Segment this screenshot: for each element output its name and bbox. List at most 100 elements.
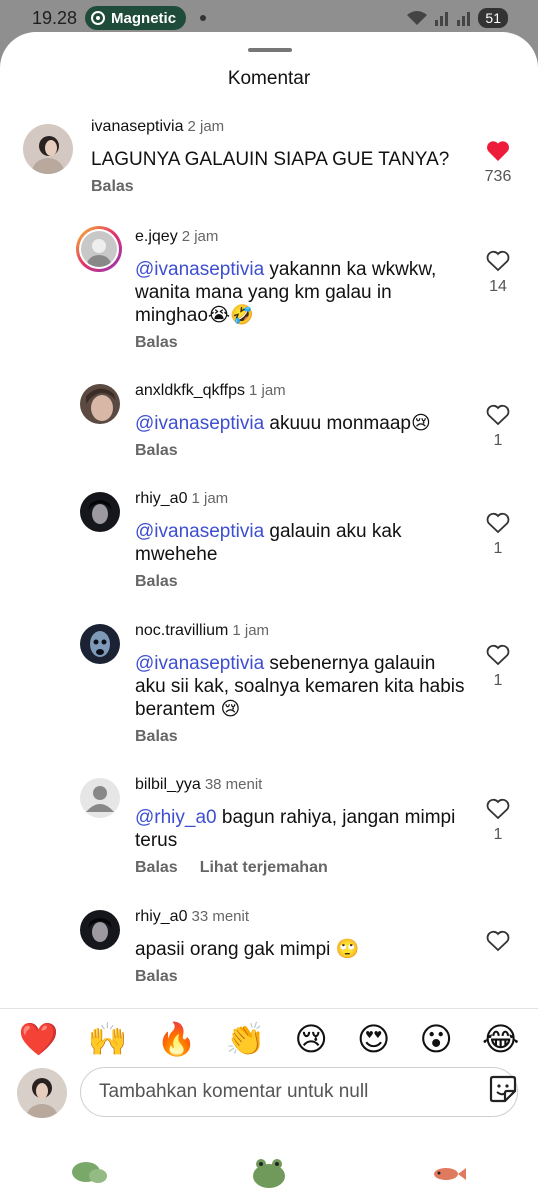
emoji-fire[interactable]: 🔥 bbox=[157, 1020, 197, 1058]
heart-outline-icon bbox=[486, 930, 510, 952]
comment-author[interactable]: noc.travillium 1 jam bbox=[135, 622, 269, 640]
avatar[interactable] bbox=[80, 492, 120, 532]
reply-button[interactable]: Balas bbox=[135, 334, 178, 352]
lily-pad-icon[interactable] bbox=[68, 1154, 112, 1190]
signal-icon bbox=[435, 12, 449, 26]
heart-outline-icon bbox=[486, 644, 510, 666]
heart-outline-icon bbox=[486, 798, 510, 820]
comment-actions: Balas bbox=[135, 968, 178, 986]
reply-button[interactable]: Balas bbox=[135, 728, 178, 746]
now-playing-pill[interactable]: Magnetic bbox=[85, 6, 187, 30]
comment-author[interactable]: anxldkfk_qkffps 1 jam bbox=[135, 382, 286, 400]
mention-link[interactable]: @ivanaseptivia bbox=[135, 413, 264, 434]
mention-link[interactable]: @rhiy_a0 bbox=[135, 807, 217, 828]
music-icon bbox=[91, 11, 106, 25]
like-button[interactable] bbox=[478, 930, 518, 952]
comment-author[interactable]: ivanaseptivia 2 jam bbox=[91, 118, 224, 136]
like-button[interactable]: 1 bbox=[478, 644, 518, 690]
quick-emoji-bar: ❤️ 🙌 🔥 👏 😢 😍 😮 😂 bbox=[0, 1008, 538, 1068]
emoji-heart-eyes[interactable]: 😍 bbox=[357, 1020, 390, 1058]
heart-outline-icon bbox=[486, 512, 510, 534]
reply-button[interactable]: Balas bbox=[135, 573, 178, 591]
mention-link[interactable]: @ivanaseptivia bbox=[135, 653, 264, 674]
reply-button[interactable]: Balas bbox=[135, 859, 178, 877]
reply-button[interactable]: Balas bbox=[135, 968, 178, 986]
avatar[interactable] bbox=[80, 910, 120, 950]
comment-actions: Balas bbox=[135, 442, 178, 460]
comment-time: 33 menit bbox=[191, 908, 250, 925]
comment-text: @ivanaseptivia galauin aku kak mwehehe bbox=[135, 521, 402, 565]
comment-author[interactable]: rhiy_a0 33 menit bbox=[135, 908, 249, 926]
mention-link[interactable]: @ivanaseptivia bbox=[135, 259, 264, 280]
sticker-icon[interactable] bbox=[488, 1074, 518, 1104]
comment-author[interactable]: bilbil_yya 38 menit bbox=[135, 776, 262, 794]
emoji-raised-hands[interactable]: 🙌 bbox=[88, 1020, 128, 1058]
comment-composer: Tambahkan komentar untuk null bbox=[0, 1064, 538, 1124]
person-icon bbox=[86, 786, 114, 812]
emoji-crying[interactable]: 😢 bbox=[295, 1020, 328, 1058]
comment-time: 2 jam bbox=[187, 118, 225, 135]
avatar[interactable] bbox=[80, 384, 120, 424]
comment-author[interactable]: e.jqey 2 jam bbox=[135, 228, 218, 246]
comment-author[interactable]: rhiy_a0 1 jam bbox=[135, 490, 228, 508]
like-button[interactable]: 1 bbox=[478, 404, 518, 450]
status-icons: 51 bbox=[406, 8, 508, 28]
comment-time: 1 jam bbox=[191, 490, 229, 507]
fish-icon[interactable] bbox=[426, 1154, 470, 1190]
wifi-icon bbox=[407, 11, 428, 25]
like-count: 1 bbox=[493, 826, 503, 843]
avatar[interactable] bbox=[23, 124, 73, 174]
my-avatar bbox=[17, 1068, 67, 1118]
battery-indicator: 51 bbox=[478, 8, 508, 28]
heart-outline-icon bbox=[486, 404, 510, 426]
comment-actions: Balas bbox=[135, 728, 178, 746]
heart-filled-icon bbox=[487, 141, 509, 161]
reply-button[interactable]: Balas bbox=[91, 178, 134, 196]
comment-actions: Balas Lihat terjemahan bbox=[135, 859, 328, 877]
avatar-story-ring[interactable] bbox=[76, 226, 122, 272]
comment-actions: Balas bbox=[91, 178, 134, 196]
comment-text: @ivanaseptivia yakannn ka wkwkw, wanita … bbox=[135, 259, 437, 326]
comment-time: 1 jam bbox=[249, 382, 286, 399]
like-button[interactable]: 1 bbox=[478, 512, 518, 558]
bottom-nav bbox=[0, 1144, 538, 1200]
like-button[interactable]: 736 bbox=[478, 140, 518, 186]
like-button[interactable]: 1 bbox=[478, 798, 518, 844]
notification-dot-icon bbox=[200, 15, 207, 21]
default-avatar[interactable] bbox=[80, 778, 120, 818]
frog-icon[interactable] bbox=[247, 1154, 291, 1190]
comment-actions: Balas bbox=[135, 334, 178, 352]
comment-text: @rhiy_a0 bagun rahiya, jangan mimpi teru… bbox=[135, 807, 456, 851]
status-bar: 19.28 Magnetic 51 bbox=[0, 0, 538, 36]
heart-outline-icon bbox=[486, 250, 510, 272]
comment-time: 1 jam bbox=[232, 622, 270, 639]
emoji-laughing[interactable]: 😂 bbox=[482, 1020, 519, 1058]
mention-link[interactable]: @ivanaseptivia bbox=[135, 521, 264, 542]
comment-text: @ivanaseptivia sebenernya galauin aku si… bbox=[135, 653, 465, 720]
comment-text: LAGUNYA GALAUIN SIAPA GUE TANYA? bbox=[91, 149, 450, 170]
avatar[interactable] bbox=[80, 624, 120, 664]
like-button[interactable]: 14 bbox=[478, 250, 518, 296]
comment-list[interactable]: ivanaseptivia 2 jam LAGUNYA GALAUIN SIAPA… bbox=[0, 116, 538, 1008]
comment-actions: Balas bbox=[135, 573, 178, 591]
like-count: 1 bbox=[493, 672, 503, 689]
comment-time: 38 menit bbox=[204, 776, 263, 793]
signal-icon-2 bbox=[457, 12, 471, 26]
reply-button[interactable]: Balas bbox=[135, 442, 178, 460]
comment-text: apasii orang gak mimpi 🙄 bbox=[135, 939, 360, 960]
now-playing-label: Magnetic bbox=[111, 9, 177, 27]
drag-handle[interactable] bbox=[248, 48, 292, 52]
emoji-heart[interactable]: ❤️ bbox=[19, 1020, 59, 1058]
like-count: 14 bbox=[489, 278, 507, 295]
translate-button[interactable]: Lihat terjemahan bbox=[200, 859, 328, 877]
comments-sheet: Komentar ivanaseptivia 2 jam LAGUNYA GALA… bbox=[0, 32, 538, 1200]
status-time: 19.28 bbox=[32, 7, 78, 28]
like-count: 736 bbox=[484, 168, 512, 185]
comment-time: 2 jam bbox=[181, 228, 219, 245]
sheet-title: Komentar bbox=[227, 68, 311, 89]
comment-input[interactable]: Tambahkan komentar untuk null bbox=[80, 1067, 518, 1117]
emoji-clap[interactable]: 👏 bbox=[226, 1020, 266, 1058]
emoji-surprised[interactable]: 😮 bbox=[420, 1020, 453, 1058]
like-count: 1 bbox=[493, 540, 503, 557]
comment-text: @ivanaseptivia akuuu monmaap😢 bbox=[135, 413, 431, 434]
